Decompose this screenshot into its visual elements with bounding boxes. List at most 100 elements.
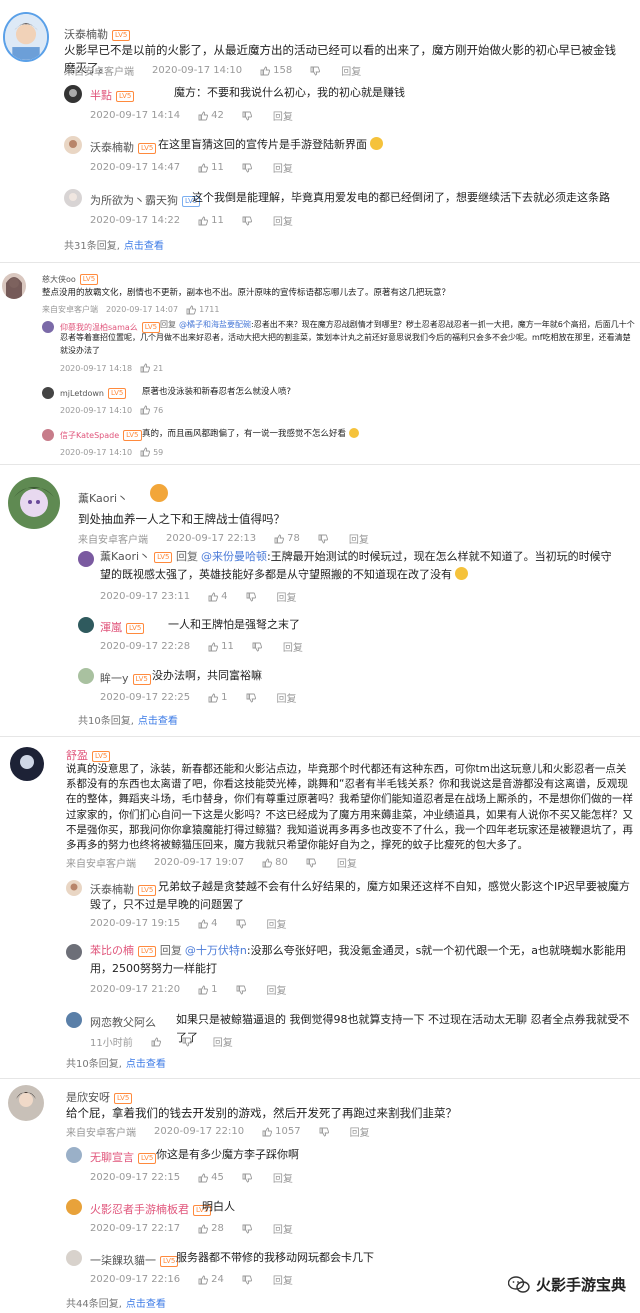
username[interactable]: 网恋教父阿么 — [90, 1016, 156, 1029]
avatar[interactable] — [66, 1147, 82, 1163]
username[interactable]: 是欣安呀 — [66, 1091, 110, 1104]
view-more-link[interactable]: 点击查看 — [124, 241, 164, 252]
avatar[interactable] — [64, 189, 82, 207]
mention-link[interactable]: @来份曼哈顿 — [201, 550, 267, 563]
avatar[interactable] — [64, 85, 82, 103]
reply-button[interactable]: 回复 — [213, 1034, 233, 1049]
like-button[interactable]: 59 — [140, 447, 163, 457]
avatar[interactable] — [42, 387, 54, 399]
like-button[interactable]: 4 — [208, 591, 228, 602]
dislike-button[interactable] — [242, 1173, 255, 1183]
reply-button[interactable]: 回复 — [349, 531, 369, 546]
like-button[interactable]: 11 — [208, 641, 234, 652]
dislike-button[interactable] — [242, 1275, 255, 1285]
like-button[interactable]: 11 — [198, 162, 224, 173]
avatar[interactable] — [78, 551, 94, 567]
username[interactable]: mjLetdown — [60, 389, 104, 398]
avatar[interactable] — [10, 747, 44, 781]
reply-button[interactable]: 回复 — [337, 855, 357, 870]
like-button[interactable]: 4 — [198, 918, 218, 929]
reply-button[interactable]: 回复 — [341, 63, 361, 78]
reply-button[interactable]: 回复 — [350, 1124, 370, 1139]
avatar[interactable] — [3, 12, 49, 62]
like-button[interactable]: 158 — [260, 65, 292, 76]
reply-button[interactable]: 回复 — [283, 639, 303, 654]
username[interactable]: 火影忍者手游楠板君 — [90, 1203, 189, 1216]
dislike-button[interactable] — [236, 919, 249, 929]
mention-link[interactable]: @橘子和海盐要配碗 — [179, 320, 251, 329]
avatar[interactable] — [66, 1012, 82, 1028]
username[interactable]: 舒盈 — [66, 749, 88, 762]
reply-button[interactable]: 回复 — [273, 108, 293, 123]
username[interactable]: 信子KateSpade — [60, 431, 119, 440]
like-button[interactable]: 24 — [198, 1274, 224, 1285]
like-button[interactable]: 80 — [262, 857, 288, 868]
dislike-button[interactable] — [242, 1224, 255, 1234]
like-button[interactable]: 45 — [198, 1172, 224, 1183]
avatar[interactable] — [66, 944, 82, 960]
like-button[interactable] — [151, 1037, 164, 1047]
dislike-button[interactable] — [182, 1037, 195, 1047]
dislike-button[interactable] — [318, 534, 331, 544]
avatar[interactable] — [42, 321, 54, 333]
like-button[interactable]: 1057 — [262, 1126, 301, 1137]
mention-link[interactable]: @十万伏特n — [185, 944, 247, 957]
dislike-button[interactable] — [319, 1127, 332, 1137]
avatar[interactable] — [64, 136, 82, 154]
avatar[interactable] — [2, 273, 26, 299]
reply-button[interactable]: 回复 — [267, 916, 287, 931]
username[interactable]: 半點 — [90, 89, 112, 102]
avatar-image — [42, 387, 54, 399]
avatar[interactable] — [42, 429, 54, 441]
like-button[interactable]: 42 — [198, 110, 224, 121]
username[interactable]: 无聊宣言 — [90, 1151, 134, 1164]
view-more-link[interactable]: 点击查看 — [126, 1059, 166, 1070]
like-button[interactable]: 28 — [198, 1223, 224, 1234]
dislike-button[interactable] — [306, 858, 319, 868]
reply-button[interactable]: 回复 — [273, 1221, 293, 1236]
view-more-link[interactable]: 点击查看 — [138, 716, 178, 727]
dislike-button[interactable] — [242, 216, 255, 226]
like-button[interactable]: 78 — [274, 533, 300, 544]
username[interactable]: 薰Kaori丶 — [78, 492, 128, 505]
username[interactable]: 沃泰楠勒 — [90, 141, 134, 154]
like-button[interactable]: 1 — [208, 692, 228, 703]
view-more-link[interactable]: 点击查看 — [126, 1299, 166, 1310]
avatar[interactable] — [66, 880, 82, 896]
username[interactable]: 沃泰楠勒 — [64, 28, 108, 41]
reply-button[interactable]: 回复 — [273, 1272, 293, 1287]
dislike-button[interactable] — [236, 985, 249, 995]
avatar[interactable] — [66, 1199, 82, 1215]
username[interactable]: 为所欲为丶霸天狗 — [90, 194, 178, 207]
avatar[interactable] — [66, 1250, 82, 1266]
reply-button[interactable]: 回复 — [277, 690, 297, 705]
dislike-button[interactable] — [246, 693, 259, 703]
dislike-button[interactable] — [242, 111, 255, 121]
avatar[interactable] — [78, 617, 94, 633]
like-button[interactable]: 21 — [140, 363, 163, 373]
dislike-button[interactable] — [242, 163, 255, 173]
reply-button[interactable]: 回复 — [277, 589, 297, 604]
dislike-button[interactable] — [310, 66, 323, 76]
dislike-button[interactable] — [252, 642, 265, 652]
username[interactable]: 苯比の楠 — [90, 944, 134, 957]
reply-button[interactable]: 回复 — [273, 160, 293, 175]
avatar[interactable] — [8, 1085, 44, 1121]
dislike-button[interactable] — [246, 592, 259, 602]
username[interactable]: 慈大侠oo — [42, 275, 76, 284]
like-button[interactable]: 1711 — [186, 305, 219, 315]
username[interactable]: 一柒餜玖貓一 — [90, 1254, 156, 1267]
comment-text: 给个屁，拿着我们的钱去开发别的游戏，然后开发死了再跑过来割我们韭菜？ — [66, 1106, 457, 1120]
reply-button[interactable]: 回复 — [273, 1170, 293, 1185]
reply-button[interactable]: 回复 — [267, 982, 287, 997]
username[interactable]: 眸一y — [100, 672, 129, 685]
like-button[interactable]: 1 — [198, 984, 218, 995]
avatar[interactable] — [8, 477, 60, 529]
reply-text: 一人和王牌怕是强弩之末了 — [168, 618, 300, 631]
username[interactable]: 渾嵐 — [100, 621, 122, 634]
avatar[interactable] — [78, 668, 94, 684]
username[interactable]: 薰Kaori丶 — [100, 550, 150, 563]
reply-button[interactable]: 回复 — [273, 213, 293, 228]
like-button[interactable]: 11 — [198, 215, 224, 226]
like-button[interactable]: 76 — [140, 405, 163, 415]
